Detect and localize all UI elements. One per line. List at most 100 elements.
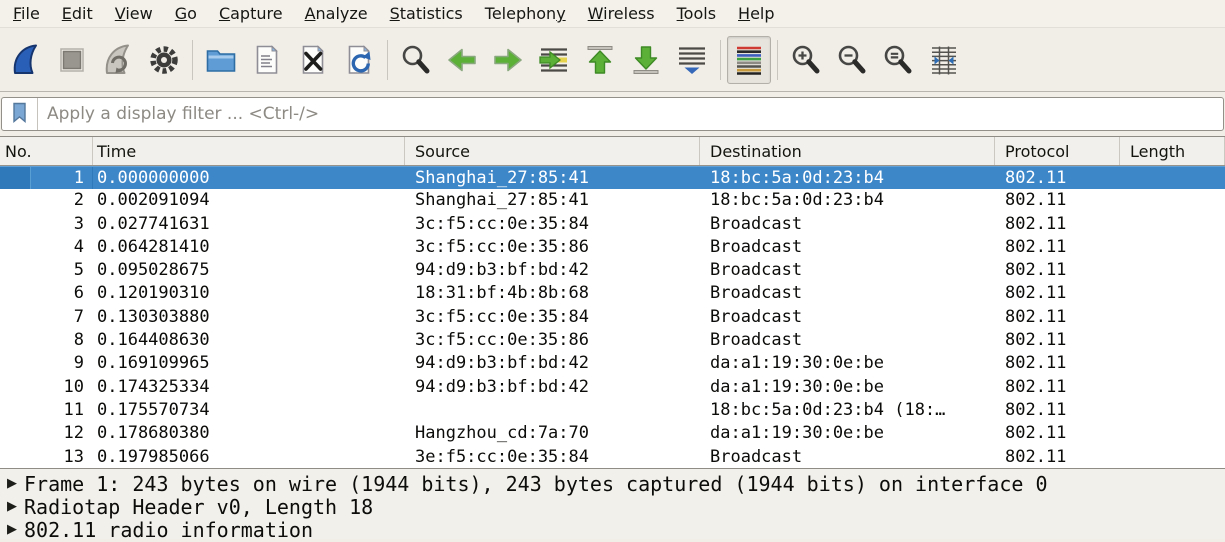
close-file-button[interactable] [291,36,335,84]
find-packet-button[interactable] [394,36,438,84]
zoom-100-button[interactable] [876,36,920,84]
go-last-packet-button[interactable] [624,36,668,84]
go-forward-icon [490,42,526,78]
menu-help[interactable]: Help [727,1,785,26]
open-file-icon [203,42,239,78]
cell-destination: Broadcast [700,282,995,305]
packet-row-13[interactable]: 130.1979850663e:f5:cc:0e:35:84Broadcast8… [0,446,1225,468]
cell-source: 3c:f5:cc:0e:35:84 [405,213,700,236]
packet-row-11[interactable]: 110.17557073418:bc:5a:0d:23:b4 (18:…802.… [0,399,1225,422]
menu-capture[interactable]: Capture [208,1,294,26]
cell-source: 3c:f5:cc:0e:35:86 [405,236,700,259]
menu-file[interactable]: File [2,1,51,26]
cell-protocol: 802.11 [995,352,1120,375]
cell-time: 0.174325334 [93,376,405,399]
capture-options-button[interactable] [142,36,186,84]
restart-capture-button[interactable] [96,36,140,84]
packet-row-1[interactable]: 10.000000000Shanghai_27:85:4118:bc:5a:0d… [0,166,1225,189]
column-header-length[interactable]: Length [1120,137,1225,165]
packet-row-7[interactable]: 70.1303038803c:f5:cc:0e:35:84Broadcast80… [0,306,1225,329]
cell-destination: da:a1:19:30:0e:be [700,376,995,399]
cell-length [1120,259,1225,282]
go-back-icon [444,42,480,78]
column-header-protocol[interactable]: Protocol [995,137,1120,165]
cell-destination: da:a1:19:30:0e:be [700,422,995,445]
save-file-icon [249,42,285,78]
cell-length [1120,422,1225,445]
resize-columns-button[interactable] [922,36,966,84]
detail-line-1[interactable]: ▶Frame 1: 243 bytes on wire (1944 bits),… [0,472,1225,495]
cell-no: 5 [0,259,93,282]
start-capture-button[interactable] [4,36,48,84]
cell-source: 18:31:bf:4b:8b:68 [405,282,700,305]
menu-statistics[interactable]: Statistics [379,1,474,26]
go-forward-button[interactable] [486,36,530,84]
packet-row-2[interactable]: 20.002091094Shanghai_27:85:4118:bc:5a:0d… [0,189,1225,212]
cell-protocol: 802.11 [995,236,1120,259]
packet-row-4[interactable]: 40.0642814103c:f5:cc:0e:35:86Broadcast80… [0,236,1225,259]
cell-destination: Broadcast [700,236,995,259]
save-file-button[interactable] [245,36,289,84]
packet-row-12[interactable]: 120.178680380Hangzhou_cd:7a:70da:a1:19:3… [0,422,1225,445]
column-header-time[interactable]: Time [93,137,405,165]
colorize-packets-button[interactable] [727,36,771,84]
zoom-in-button[interactable] [784,36,828,84]
menu-analyze[interactable]: Analyze [294,1,379,26]
menu-go[interactable]: Go [164,1,208,26]
cell-destination: Broadcast [700,446,995,468]
menu-telephony[interactable]: Telephony [474,1,577,26]
cell-time: 0.175570734 [93,399,405,422]
cell-protocol: 802.11 [995,259,1120,282]
toolbar-separator [192,40,193,80]
cell-source: 3e:f5:cc:0e:35:84 [405,446,700,468]
column-header-source[interactable]: Source [405,137,700,165]
column-header-no[interactable]: No. [0,137,93,165]
packet-details-pane: ▶Frame 1: 243 bytes on wire (1944 bits),… [0,468,1225,539]
display-filter-input[interactable]: Apply a display filter ... <Ctrl-/> [1,97,1224,131]
cell-no: 4 [0,236,93,259]
packet-row-8[interactable]: 80.1644086303c:f5:cc:0e:35:86Broadcast80… [0,329,1225,352]
capture-options-icon [146,42,182,78]
menu-wireless[interactable]: Wireless [577,1,666,26]
toolbar-separator [720,40,721,80]
go-first-packet-button[interactable] [578,36,622,84]
detail-line-3[interactable]: ▶802.11 radio information [0,518,1225,541]
cell-destination: 18:bc:5a:0d:23:b4 [700,189,995,212]
packet-row-5[interactable]: 50.09502867594:d9:b3:bf:bd:42Broadcast80… [0,259,1225,282]
close-file-icon [295,42,331,78]
column-header-destination[interactable]: Destination [700,137,995,165]
cell-protocol: 802.11 [995,329,1120,352]
cell-time: 0.027741631 [93,213,405,236]
filter-bar: Apply a display filter ... <Ctrl-/> [0,92,1225,136]
cell-time: 0.178680380 [93,422,405,445]
open-file-button[interactable] [199,36,243,84]
filter-bookmark-button[interactable] [2,98,38,130]
cell-no: 11 [0,399,93,422]
packet-row-9[interactable]: 90.16910996594:d9:b3:bf:bd:42da:a1:19:30… [0,352,1225,375]
expand-arrow-icon[interactable]: ▶ [0,476,24,491]
menu-tools[interactable]: Tools [666,1,727,26]
packet-row-6[interactable]: 60.12019031018:31:bf:4b:8b:68Broadcast80… [0,282,1225,305]
stop-capture-button[interactable] [50,36,94,84]
cell-source: 94:d9:b3:bf:bd:42 [405,259,700,282]
cell-destination: Broadcast [700,329,995,352]
cell-source: Hangzhou_cd:7a:70 [405,422,700,445]
reload-file-icon [341,42,377,78]
auto-scroll-button[interactable] [670,36,714,84]
reload-file-button[interactable] [337,36,381,84]
packet-row-10[interactable]: 100.17432533494:d9:b3:bf:bd:42da:a1:19:3… [0,376,1225,399]
zoom-out-button[interactable] [830,36,874,84]
expand-arrow-icon[interactable]: ▶ [0,522,24,537]
cell-protocol: 802.11 [995,306,1120,329]
go-back-button[interactable] [440,36,484,84]
cell-length [1120,167,1225,189]
expand-arrow-icon[interactable]: ▶ [0,499,24,514]
cell-source [405,399,700,422]
packet-row-3[interactable]: 30.0277416313c:f5:cc:0e:35:84Broadcast80… [0,213,1225,236]
menu-view[interactable]: View [104,1,164,26]
cell-length [1120,399,1225,422]
cell-length [1120,376,1225,399]
menu-edit[interactable]: Edit [51,1,104,26]
go-to-packet-button[interactable] [532,36,576,84]
detail-line-2[interactable]: ▶Radiotap Header v0, Length 18 [0,495,1225,518]
